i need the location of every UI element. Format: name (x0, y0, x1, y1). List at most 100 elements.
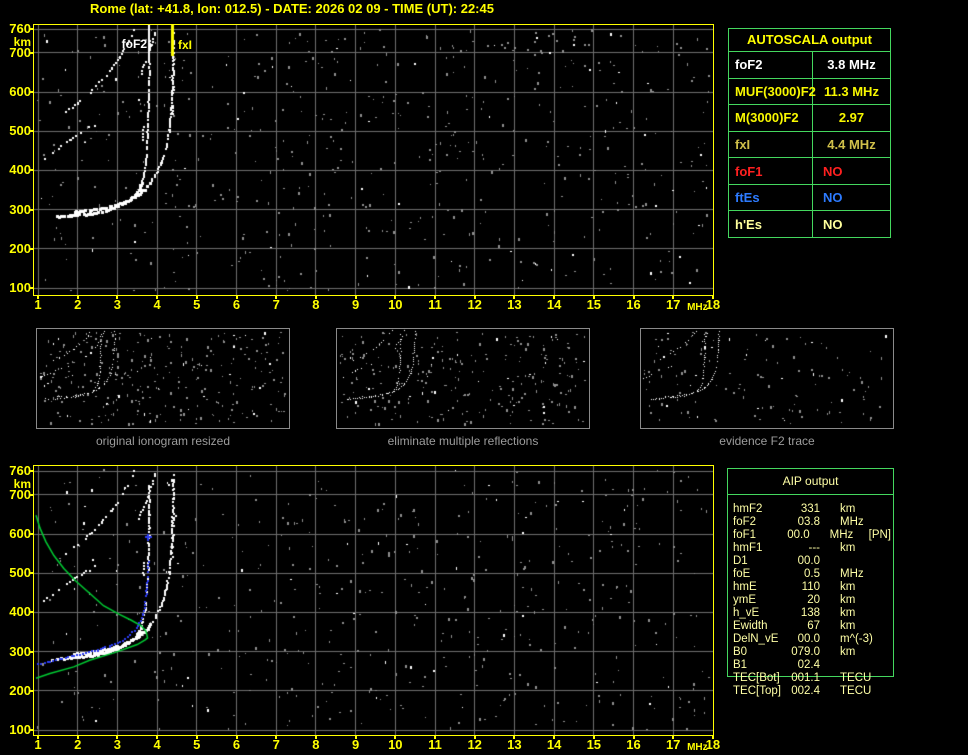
thumbnail-cleaned-frame (336, 328, 590, 429)
aip-row: TEC[Bot] 001.1 TECU (733, 672, 891, 685)
fof2-marker-label: foF2 (121, 37, 147, 51)
aip-value: 331 (800, 503, 820, 515)
aip-row: hmF1 --- km (733, 542, 891, 555)
x-tick-label: 9 (351, 297, 360, 312)
autoscala-output-table: AUTOSCALA output foF2 3.8 MHz MUF(3000)F2 1… (728, 28, 891, 238)
x-tick-label: 13 (507, 737, 522, 752)
y-tick-label: 760 (9, 21, 31, 37)
x-tick-mark (156, 736, 159, 739)
aip-unit: TECU (840, 685, 872, 697)
x-tick-mark (394, 296, 397, 299)
autoscala-row-value: NO (823, 216, 843, 232)
autoscala-row: MUF(3000)F2 11.3 MHz (729, 78, 890, 106)
aip-value: 001.1 (791, 672, 820, 684)
y-tick-label: 600 (9, 526, 31, 541)
aip-row: foF2 03.8 MHz (733, 516, 891, 529)
aip-unit (840, 659, 882, 672)
x-tick-label: 8 (312, 737, 320, 752)
x-tick-mark (275, 736, 278, 739)
x-tick-mark (473, 736, 476, 739)
x-tick-label: 14 (546, 297, 562, 312)
thumbnail-f2trace-frame (640, 328, 894, 429)
x-tick-label: 17 (665, 737, 681, 752)
aip-unit: MHz (840, 516, 864, 528)
aip-row: B1 02.4 (733, 659, 891, 672)
aip-label: hmF2 (733, 503, 763, 515)
aip-label: Ewidth (733, 620, 768, 632)
x-tick-mark (314, 736, 317, 739)
y-tick-label: 100 (9, 722, 31, 737)
x-axis-unit-label: MHz (687, 742, 708, 753)
y-tick-label: 300 (9, 643, 31, 659)
x-tick-mark (513, 296, 516, 299)
aip-value: 00.0 (797, 633, 820, 645)
y-tick-mark (29, 28, 33, 31)
x-tick-mark (513, 736, 516, 739)
aip-row: D1 00.0 (733, 555, 891, 568)
y-tick-label: 400 (9, 162, 31, 178)
x-tick-mark (711, 736, 714, 739)
autoscala-row-value: NO (823, 163, 843, 179)
x-tick-mark (434, 296, 436, 299)
x-tick-mark (37, 296, 39, 299)
x-tick-label: 2 (74, 737, 82, 752)
aip-row: hmE 110 km (733, 581, 891, 594)
x-tick-label: 3 (113, 737, 121, 752)
y-tick-mark (29, 51, 33, 54)
aip-unit: MHz (840, 568, 864, 580)
autoscala-row-label: MUF(3000)F2 (729, 78, 816, 105)
aip-unit (840, 555, 882, 568)
autoscala-row-label: M(3000)F2 (729, 105, 813, 131)
x-tick-mark (473, 296, 476, 299)
x-tick-mark (672, 736, 675, 739)
x-tick-label: 4 (153, 297, 161, 312)
aip-value: 138 (800, 607, 820, 619)
autoscala-screen: Rome (lat: +41.8, lon: 012.5) - DATE: 20… (0, 0, 968, 755)
aip-label: foF1 (733, 529, 757, 541)
ionogram-bottom-frame (33, 465, 714, 736)
x-tick-label: 13 (507, 297, 522, 312)
autoscala-row: h'Es NO (729, 211, 890, 238)
x-tick-mark (354, 296, 357, 299)
x-tick-label: 12 (467, 737, 482, 752)
x-tick-mark (553, 296, 556, 299)
y-tick-mark (29, 169, 33, 172)
station-title: Rome (lat: +41.8, lon: 012.5) - DATE: 20… (90, 1, 494, 16)
y-axis-unit-label: km (13, 35, 31, 50)
thumbnail-original-frame (36, 328, 290, 429)
aip-unit: km (840, 646, 856, 658)
y-tick-mark (29, 689, 33, 692)
aip-table-rows: hmF2 331 km foF2 03.8 MHz foF1 00.0 MHz [PN] hmF1 -… (733, 503, 891, 698)
thumbnail-original-caption: original ionogram resized (95, 434, 231, 448)
x-tick-label: 7 (272, 737, 280, 752)
x-tick-mark (116, 736, 119, 739)
y-tick-label: 100 (9, 280, 31, 295)
aip-row: DelN_vE 00.0 m^(-3) (733, 633, 891, 646)
y-tick-mark (29, 572, 33, 575)
aip-unit: TECU (840, 672, 872, 684)
y-tick-mark (29, 729, 33, 731)
x-tick-mark (592, 736, 595, 739)
aip-unit: km (840, 581, 856, 593)
y-tick-mark (29, 287, 33, 289)
x-tick-mark (434, 736, 436, 739)
x-tick-mark (76, 296, 79, 299)
aip-label: D1 (733, 555, 748, 567)
aip-note: [PN] (868, 529, 891, 541)
x-tick-label: 11 (428, 737, 442, 752)
aip-unit: km (840, 503, 856, 515)
x-tick-label: 10 (388, 737, 403, 752)
x-tick-mark (553, 736, 556, 739)
x-tick-mark (116, 296, 119, 299)
aip-row: hmF2 331 km (733, 503, 891, 516)
y-tick-mark (29, 493, 33, 496)
y-tick-mark (29, 470, 33, 473)
autoscala-table-title: AUTOSCALA output (729, 29, 890, 52)
thumbnail-f2trace-caption: evidence F2 trace (719, 434, 815, 448)
aip-value: 079.0 (791, 646, 820, 658)
aip-unit: m^(-3) (840, 633, 873, 645)
x-tick-label: 14 (546, 737, 562, 752)
autoscala-row-label: foF1 (729, 158, 813, 184)
aip-value: 002.4 (791, 685, 820, 697)
autoscala-row: fxI 4.4 MHz (729, 131, 890, 159)
